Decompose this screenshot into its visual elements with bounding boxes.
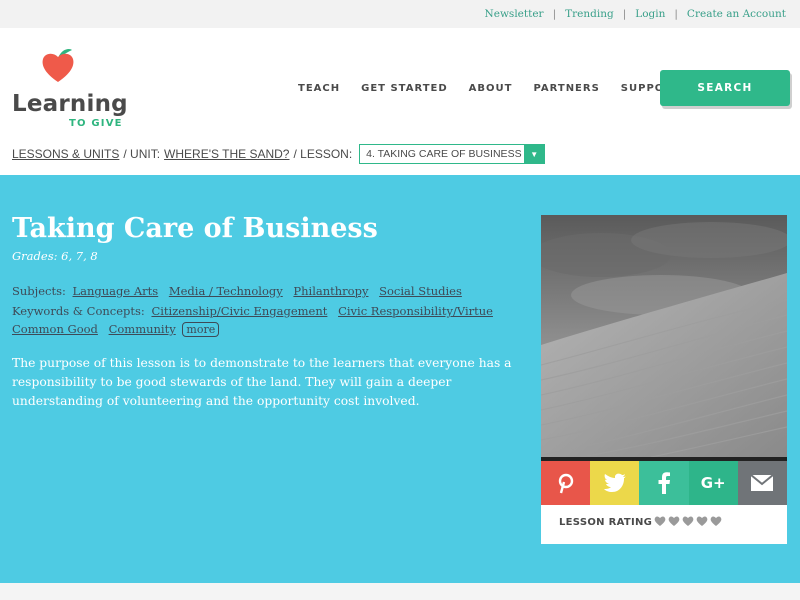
trending-link[interactable]: Trending: [565, 8, 614, 20]
pinterest-icon: [558, 473, 573, 494]
keyword-link[interactable]: Community: [109, 322, 176, 336]
heart-icon[interactable]: [682, 515, 694, 527]
email-share-button[interactable]: [737, 461, 787, 505]
separator: |: [622, 8, 627, 20]
nav-about[interactable]: ABOUT: [469, 83, 513, 94]
heart-icon[interactable]: [696, 515, 708, 527]
breadcrumb: LESSONS & UNITS / UNIT: WHERE'S THE SAND…: [12, 144, 546, 164]
separator: |: [674, 8, 678, 20]
pinterest-share-button[interactable]: [541, 461, 591, 505]
create-account-link[interactable]: Create an Account: [687, 8, 786, 20]
facebook-icon: [658, 472, 670, 494]
logo[interactable]: Learning TO GIVE: [12, 46, 142, 129]
chevron-down-icon: ▼: [524, 145, 545, 163]
sand-dune-photo: [541, 215, 787, 457]
keywords-line: Keywords & Concepts: Citizenship/Civic E…: [12, 304, 500, 318]
google-plus-icon: G+: [700, 474, 726, 492]
logo-word: Learning: [12, 91, 128, 117]
nav-teach[interactable]: TEACH: [298, 83, 340, 94]
subject-link[interactable]: Media / Technology: [169, 284, 283, 298]
breadcrumb-lessons-units[interactable]: LESSONS & UNITS: [12, 147, 119, 161]
nav-get-started[interactable]: GET STARTED: [361, 83, 448, 94]
lesson-grades: Grades: 6, 7, 8: [12, 249, 98, 263]
footer-strip: [0, 583, 800, 600]
keyword-link[interactable]: Citizenship/Civic Engagement: [151, 304, 327, 318]
subjects-label: Subjects:: [12, 284, 66, 298]
email-icon: [751, 475, 774, 491]
lesson-description: The purpose of this lesson is to demonst…: [12, 356, 512, 408]
google-plus-share-button[interactable]: G+: [688, 461, 738, 505]
facebook-share-button[interactable]: [639, 461, 689, 505]
subject-link[interactable]: Philanthropy: [293, 284, 368, 298]
twitter-share-button[interactable]: [590, 461, 640, 505]
apple-heart-icon: [42, 48, 74, 82]
keyword-link[interactable]: Civic Responsibility/Virtue: [338, 304, 493, 318]
lesson-title: Taking Care of Business: [12, 213, 378, 244]
subjects-line: Subjects: Language Arts Media / Technolo…: [12, 284, 469, 298]
heart-icon[interactable]: [654, 515, 666, 527]
lesson-rating-label: LESSON RATING: [559, 517, 653, 528]
more-button[interactable]: more: [182, 322, 220, 337]
subject-link[interactable]: Social Studies: [379, 284, 462, 298]
heart-icon[interactable]: [668, 515, 680, 527]
subject-link[interactable]: Language Arts: [73, 284, 159, 298]
breadcrumb-unit-link[interactable]: WHERE'S THE SAND?: [164, 147, 289, 161]
keywords-line-2: Common Good Community more: [12, 322, 220, 337]
lesson-hero: Taking Care of Business Grades: 6, 7, 8 …: [0, 175, 800, 583]
breadcrumb-lesson-prefix: / LESSON:: [293, 147, 353, 161]
breadcrumb-unit-prefix: / UNIT:: [123, 147, 161, 161]
login-link[interactable]: Login: [635, 8, 665, 20]
lesson-select-value: 4. TAKING CARE OF BUSINESS: [366, 148, 522, 160]
nav-partners[interactable]: PARTNERS: [533, 83, 599, 94]
lesson-select[interactable]: 4. TAKING CARE OF BUSINESS ▼: [359, 144, 546, 164]
twitter-icon: [603, 473, 626, 492]
separator: |: [552, 8, 557, 20]
heart-icon[interactable]: [710, 515, 722, 527]
keyword-link[interactable]: Common Good: [12, 322, 98, 336]
rating-hearts: [654, 515, 722, 527]
site-header: Learning TO GIVE TEACH GET STARTED ABOUT…: [0, 28, 800, 140]
logo-subtitle: TO GIVE: [69, 118, 123, 129]
search-button[interactable]: SEARCH: [660, 70, 790, 106]
utility-bar: Newsletter | Trending | Login | Create a…: [0, 0, 800, 28]
newsletter-link[interactable]: Newsletter: [485, 8, 544, 20]
keywords-label: Keywords & Concepts:: [12, 304, 145, 318]
lesson-image-card: G+ LESSON RATING: [541, 215, 787, 544]
